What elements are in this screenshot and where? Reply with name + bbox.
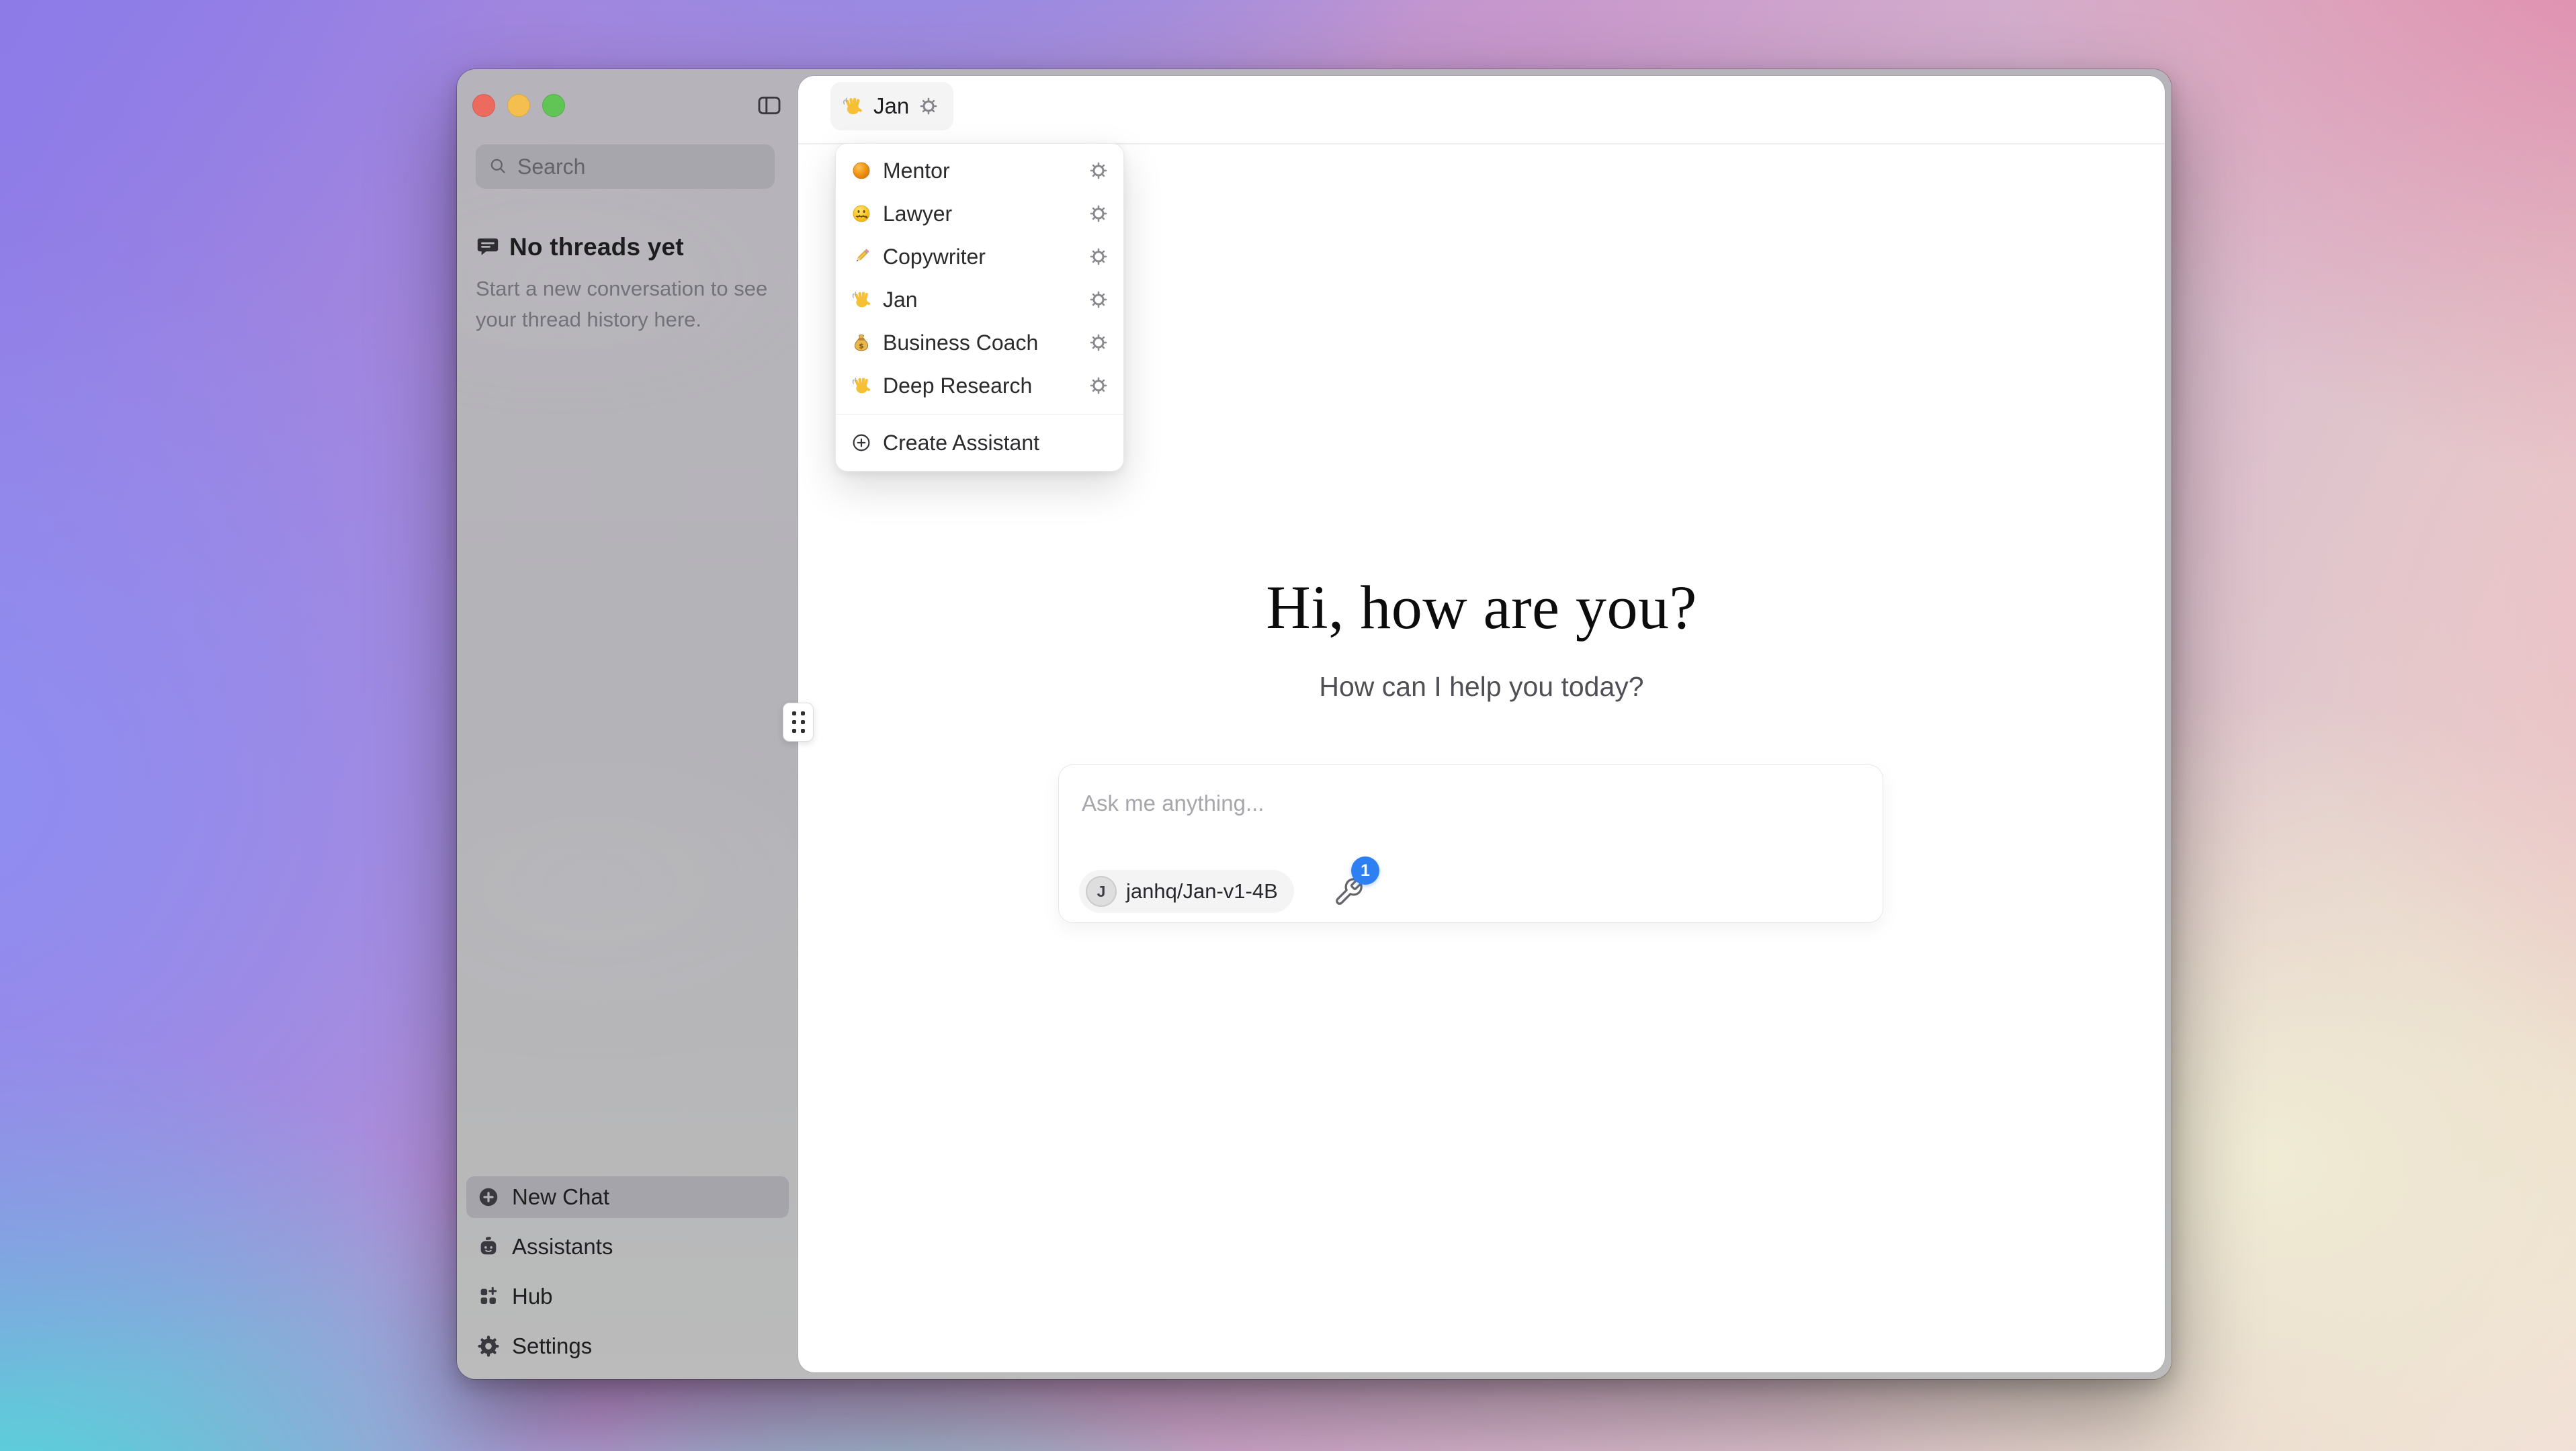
assistant-menu-label: Jan [883, 288, 1088, 312]
sidebar-item-label: Settings [512, 1333, 592, 1359]
pencil-emoji-icon [851, 246, 872, 267]
assistant-settings-gear-button[interactable] [1088, 333, 1109, 353]
assistant-menu-label: Deep Research [883, 373, 1088, 398]
assistant-menu-label: Mentor [883, 159, 1088, 183]
empty-state-line1: Start a new conversation to see [476, 277, 767, 300]
empty-state-title: No threads yet [509, 233, 684, 261]
message-input[interactable] [1082, 791, 1821, 816]
orange-circle-emoji-icon [851, 160, 872, 181]
assistant-menu-item-jan[interactable]: Jan [836, 278, 1123, 321]
search-field [476, 144, 775, 189]
create-assistant-label: Create Assistant [883, 431, 1039, 455]
assistant-gear-icon[interactable] [918, 96, 939, 116]
assistant-menu-label: Business Coach [883, 331, 1088, 355]
assistant-menu-item-deep-research[interactable]: Deep Research [836, 364, 1123, 407]
sidebar-item-label: New Chat [512, 1184, 609, 1210]
waving-hand-emoji-icon [841, 95, 864, 118]
assistant-settings-gear-button[interactable] [1088, 204, 1109, 224]
circle-plus-icon [477, 1186, 500, 1208]
sidebar-resize-handle[interactable] [783, 703, 814, 742]
threads-empty-state: No threads yet Start a new conversation … [476, 233, 771, 335]
sidebar: No threads yet Start a new conversation … [457, 69, 798, 1379]
minimize-button[interactable] [507, 94, 530, 117]
assistant-settings-gear-button[interactable] [1088, 247, 1109, 267]
model-label: janhq/Jan-v1-4B [1126, 879, 1278, 904]
sidebar-item-hub[interactable]: Hub [466, 1276, 789, 1317]
create-assistant-button[interactable]: Create Assistant [836, 421, 1123, 464]
assistant-settings-gear-button[interactable] [1088, 376, 1109, 396]
main-panel: Jan Mentor Lawyer Copywriter [798, 76, 2165, 1372]
composer: J janhq/Jan-v1-4B 1 [1058, 764, 1883, 923]
window-controls [472, 94, 565, 117]
waving-hand-emoji-icon [851, 289, 872, 310]
greeting-title: Hi, how are you? [798, 570, 2165, 644]
greeting-subtitle: How can I help you today? [798, 671, 2165, 703]
assistant-settings-gear-button[interactable] [1088, 290, 1109, 310]
assistant-selector-pill[interactable]: Jan [830, 82, 953, 130]
sidebar-item-new-chat[interactable]: New Chat [466, 1176, 789, 1218]
assistant-settings-gear-button[interactable] [1088, 161, 1109, 181]
sidebar-item-assistants[interactable]: Assistants [466, 1226, 789, 1268]
waving-hand-emoji-icon [851, 375, 872, 396]
assistant-menu-item-copywriter[interactable]: Copywriter [836, 235, 1123, 278]
greeting: Hi, how are you? How can I help you toda… [798, 570, 2165, 703]
circle-plus-outline-icon [851, 432, 872, 453]
assistant-name: Jan [873, 93, 909, 119]
hub-grid-icon [477, 1285, 500, 1308]
assistant-menu: Mentor Lawyer Copywriter Jan Business Co [835, 143, 1124, 472]
empty-state-line2: your thread history here. [476, 308, 701, 331]
robot-icon [477, 1235, 500, 1258]
assistant-menu-item-business-coach[interactable]: Business Coach [836, 321, 1123, 364]
model-selector-pill[interactable]: J janhq/Jan-v1-4B [1079, 870, 1294, 913]
search-input[interactable] [517, 155, 800, 179]
assistant-menu-label: Lawyer [883, 202, 1088, 226]
titlebar: Jan [798, 76, 2165, 144]
zoom-button[interactable] [542, 94, 565, 117]
sidebar-nav: New Chat Assistants Hub Settings [466, 1176, 789, 1375]
chat-bubble-icon [476, 235, 500, 259]
zipper-mouth-emoji-icon [851, 203, 872, 224]
sidebar-toggle-button[interactable] [755, 92, 784, 119]
assistant-menu-label: Copywriter [883, 245, 1088, 269]
close-button[interactable] [472, 94, 495, 117]
model-avatar: J [1086, 876, 1117, 907]
sidebar-item-label: Hub [512, 1284, 553, 1309]
assistant-menu-item-mentor[interactable]: Mentor [836, 149, 1123, 192]
assistant-menu-item-lawyer[interactable]: Lawyer [836, 192, 1123, 235]
sidebar-toggle-icon [755, 92, 784, 119]
tools-count-badge: 1 [1351, 856, 1379, 885]
sidebar-item-settings[interactable]: Settings [466, 1325, 789, 1367]
search-icon [488, 156, 509, 177]
money-bag-emoji-icon [851, 332, 872, 353]
gear-icon [477, 1335, 500, 1358]
sidebar-item-label: Assistants [512, 1234, 613, 1260]
app-window: No threads yet Start a new conversation … [457, 69, 2172, 1379]
